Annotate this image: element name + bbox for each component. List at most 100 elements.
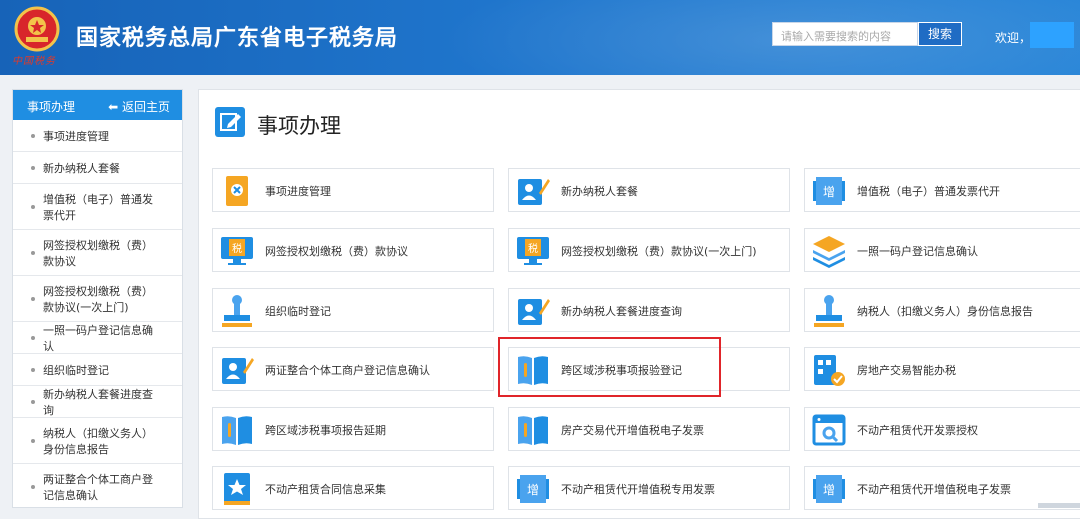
service-card-label: 不动产租赁代开发票授权: [857, 424, 978, 437]
service-card-label: 增值税（电子）普通发票代开: [857, 185, 1000, 198]
sidebar-item-label: 网签授权划缴税（费）款协议(一次上门): [43, 284, 153, 314]
service-card[interactable]: 组织临时登记: [212, 288, 494, 332]
search-button[interactable]: 搜索: [918, 22, 962, 46]
bullet-icon: [31, 335, 35, 340]
sidebar-item-label: 组织临时登记: [43, 363, 109, 377]
invoice-zeng-icon: 增: [517, 475, 549, 503]
sidebar-item[interactable]: 增值税（电子）普通发票代开: [13, 184, 182, 230]
sidebar-item[interactable]: 新办纳税人套餐: [13, 152, 182, 184]
service-card-label: 网签授权划缴税（费）款协议(一次上门): [561, 245, 757, 258]
sidebar-title: 事项办理: [27, 100, 76, 114]
service-card-label: 纳税人（扣缴义务人）身份信息报告: [857, 305, 1033, 318]
service-card[interactable]: 不动产租赁合同信息采集: [212, 466, 494, 510]
monitor-tax-icon: 税: [221, 237, 253, 265]
welcome-text: 欢迎，: [995, 31, 1032, 45]
service-card-label: 不动产租赁代开增值税专用发票: [561, 483, 715, 496]
bullet-icon: [31, 438, 35, 443]
sidebar-item-label: 增值税（电子）普通发票代开: [43, 192, 153, 222]
svg-text:增: 增: [527, 483, 539, 497]
sidebar-item-label: 新办纳税人套餐进度查询: [43, 387, 153, 417]
service-card[interactable]: 两证整合个体工商户登记信息确认: [212, 347, 494, 391]
service-card-label: 房产交易代开增值税电子发票: [561, 424, 704, 437]
bullet-icon: [31, 367, 35, 372]
service-card[interactable]: 增 增值税（电子）普通发票代开: [804, 168, 1080, 212]
sidebar-item[interactable]: 纳税人（扣缴义务人）身份信息报告: [13, 418, 182, 464]
service-card-label: 跨区域涉税事项报告延期: [265, 424, 386, 437]
service-card[interactable]: 税 网签授权划缴税（费）款协议(一次上门): [508, 228, 790, 272]
service-card[interactable]: 一照一码户登记信息确认: [804, 228, 1080, 272]
header-decoration: [440, 0, 1080, 75]
svg-text:税: 税: [528, 242, 538, 255]
sidebar-item[interactable]: 事项进度管理: [13, 120, 182, 152]
stamp-icon: [222, 295, 252, 327]
bullet-icon: [31, 165, 35, 170]
service-card-label: 不动产租赁代开增值税电子发票: [857, 483, 1011, 496]
highlight-box: [498, 337, 721, 397]
progress-doc-icon: [226, 176, 248, 206]
sidebar-item[interactable]: 网签授权划缴税（费）款协议: [13, 230, 182, 276]
back-arrow-icon: ⬅︎: [108, 100, 119, 114]
service-card-label: 事项进度管理: [265, 185, 331, 198]
service-card[interactable]: 税 网签授权划缴税（费）款协议: [212, 228, 494, 272]
building-check-icon: [814, 355, 845, 386]
user-pen-icon: [518, 179, 550, 205]
sidebar-item-label: 新办纳税人套餐: [43, 161, 120, 175]
service-card-label: 两证整合个体工商户登记信息确认: [265, 364, 430, 377]
username-block[interactable]: [1030, 22, 1074, 48]
sidebar-item-label: 网签授权划缴税（费）款协议: [43, 238, 153, 268]
user-pen-icon: [222, 358, 254, 384]
service-card[interactable]: 跨区域涉税事项报告延期: [212, 407, 494, 451]
sidebar-item[interactable]: 新办纳税人套餐进度查询: [13, 386, 182, 418]
bullet-icon: [31, 133, 35, 138]
sidebar-item-label: 事项进度管理: [43, 129, 109, 143]
invoice-zeng-icon: 增: [813, 475, 845, 503]
layers-icon: [813, 236, 845, 268]
site-title: 国家税务总局广东省电子税务局: [76, 26, 399, 51]
service-card-label: 新办纳税人套餐: [561, 185, 638, 198]
service-card-label: 一照一码户登记信息确认: [857, 245, 978, 258]
sidebar-header: 事项办理 ⬅︎ 返回主页: [13, 90, 182, 120]
book-icon: [518, 416, 548, 445]
svg-text:增: 增: [823, 483, 835, 497]
top-header: 中国税务 国家税务总局广东省电子税务局 请输入需要搜索的内容 搜索 欢迎，: [0, 0, 1080, 75]
service-card[interactable]: 新办纳税人套餐: [508, 168, 790, 212]
service-card-label: 网签授权划缴税（费）款协议: [265, 245, 408, 258]
svg-text:税: 税: [232, 242, 242, 255]
edit-icon: [215, 107, 245, 137]
sidebar-item-label: 两证整合个体工商户登记信息确认: [43, 472, 153, 502]
monitor-tax-icon: 税: [517, 237, 549, 265]
tax-emblem-icon: [14, 6, 60, 52]
invoice-zeng-icon: 增: [813, 177, 845, 205]
search-input[interactable]: 请输入需要搜索的内容: [772, 22, 918, 46]
service-card[interactable]: 事项进度管理: [212, 168, 494, 212]
sidebar-item[interactable]: 网签授权划缴税（费）款协议(一次上门): [13, 276, 182, 322]
back-home-label: 返回主页: [121, 100, 170, 114]
bullet-icon: [31, 399, 35, 404]
service-card[interactable]: 房地产交易智能办税: [804, 347, 1080, 391]
bullet-icon: [31, 204, 35, 209]
service-card-label: 新办纳税人套餐进度查询: [561, 305, 682, 318]
sidebar-item[interactable]: 两证整合个体工商户登记信息确认: [13, 464, 182, 507]
service-card[interactable]: 房产交易代开增值税电子发票: [508, 407, 790, 451]
service-card[interactable]: 新办纳税人套餐进度查询: [508, 288, 790, 332]
stamp-icon: [814, 295, 844, 327]
star-book-icon: [224, 473, 250, 505]
user-pen-icon: [518, 299, 550, 325]
sidebar-item-label: 一照一码户登记信息确认: [43, 323, 153, 353]
service-card[interactable]: 纳税人（扣缴义务人）身份信息报告: [804, 288, 1080, 332]
sidebar-item[interactable]: 组织临时登记: [13, 354, 182, 386]
page-title: 事项办理: [257, 114, 341, 138]
svg-text:增: 增: [823, 185, 835, 199]
sidebar-item-label: 纳税人（扣缴义务人）身份信息报告: [43, 426, 153, 456]
sidebar-item[interactable]: 一照一码户登记信息确认: [13, 322, 182, 354]
emblem-text: 中国税务: [12, 56, 56, 67]
back-home-link[interactable]: ⬅︎ 返回主页: [108, 98, 170, 115]
service-card[interactable]: 增 不动产租赁代开增值税专用发票: [508, 466, 790, 510]
sidebar: 事项办理 ⬅︎ 返回主页 事项进度管理 新办纳税人套餐 增值税（电子）普通发票代…: [12, 89, 183, 508]
scrollbar[interactable]: [1038, 503, 1080, 508]
service-card-label: 组织临时登记: [265, 305, 331, 318]
window-search-icon: [812, 414, 846, 446]
service-card-label: 房地产交易智能办税: [857, 364, 956, 377]
book-icon: [222, 416, 252, 445]
service-card[interactable]: 不动产租赁代开发票授权: [804, 407, 1080, 451]
